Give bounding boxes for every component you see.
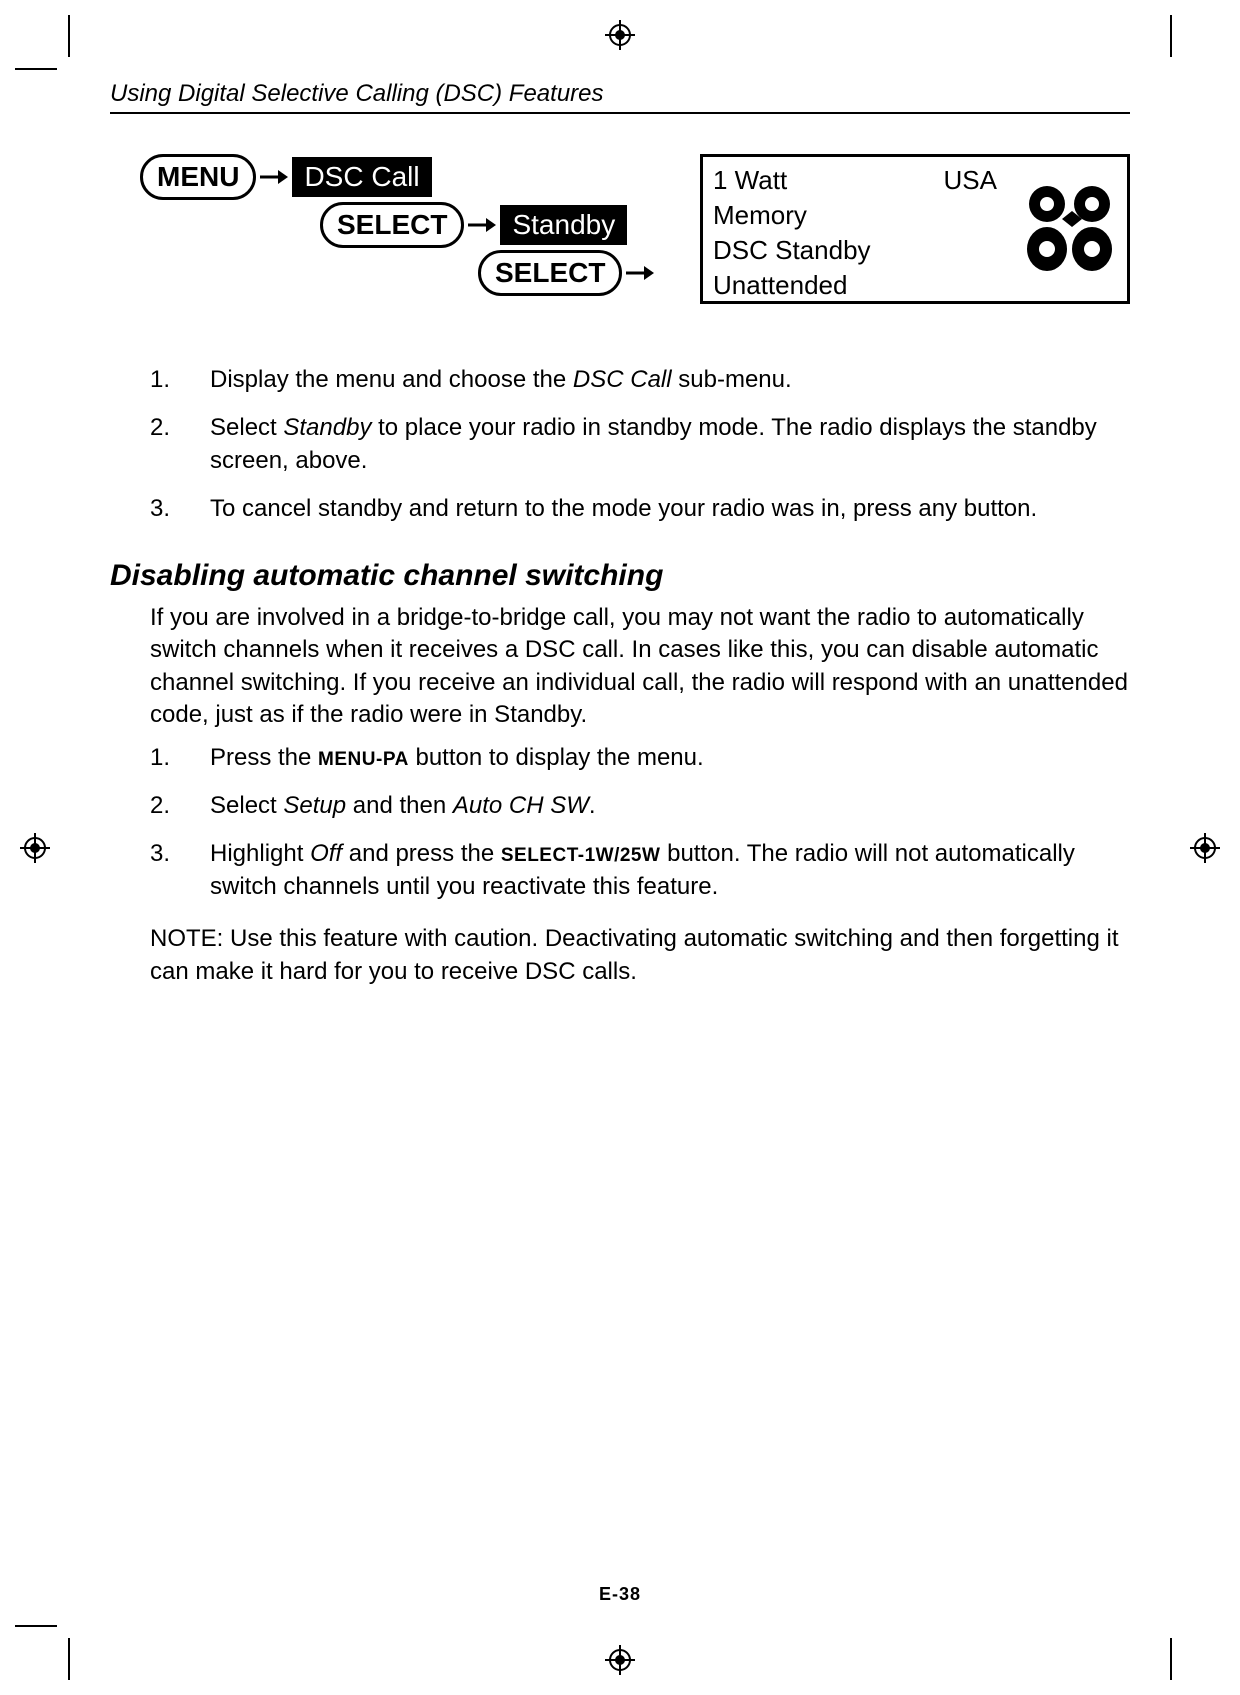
paragraph: If you are involved in a bridge-to-bridg… [150,602,1130,732]
text: Highlight [210,840,310,867]
list-item: 1. Display the menu and choose the DSC C… [150,364,1130,396]
crop-mark [1170,15,1172,57]
text: Select [210,414,283,441]
crop-mark [68,15,70,57]
lcd-unattended: Unattended [713,268,1007,303]
registration-mark-icon [605,1645,635,1675]
menu-name: Setup [283,792,346,819]
lcd-memory: Memory [713,198,1007,233]
step-number: 3. [150,838,210,903]
section-title: Using Digital Selective Calling (DSC) Fe… [110,80,604,107]
crop-mark [15,68,57,70]
list-item: 2. Select Setup and then Auto CH SW. [150,790,1130,822]
lcd-channel-icon [1017,157,1127,301]
page-content: Using Digital Selective Calling (DSC) Fe… [110,80,1130,1615]
registration-mark-icon [20,833,50,863]
step-number: 2. [150,412,210,477]
arrow-right-icon [468,216,496,234]
steps-list-1: 1. Display the menu and choose the DSC C… [150,364,1130,526]
step-number: 1. [150,742,210,774]
arrow-right-icon [626,264,654,282]
text: and press the [342,840,501,867]
menu-flow-diagram: MENU DSC Call SELECT Standby SELECT 1 Wa… [140,154,1130,334]
step-text: Select Standby to place your radio in st… [210,412,1130,477]
menu-name: Standby [283,414,371,441]
lcd-text: 1 Watt USA Memory DSC Standby Unattended [703,157,1017,301]
crop-mark [68,1638,70,1680]
text: Select [210,792,283,819]
lcd-region: USA [944,163,997,198]
crop-mark [15,1625,57,1627]
step-number: 3. [150,493,210,525]
menu-name: Auto CH SW [453,792,589,819]
registration-mark-icon [1190,833,1220,863]
step-text: Display the menu and choose the DSC Call… [210,364,1130,396]
button-name: SELECT-1W/25W [501,845,661,866]
text: To cancel standby and return to the mode… [210,495,1037,522]
text: Display the menu and choose the [210,366,573,393]
section-header: Using Digital Selective Calling (DSC) Fe… [110,80,1130,114]
list-item: 2. Select Standby to place your radio in… [150,412,1130,477]
step-number: 2. [150,790,210,822]
select-button-label: SELECT [320,202,464,248]
lcd-screen: 1 Watt USA Memory DSC Standby Unattended [700,154,1130,304]
button-name: MENU-PA [318,749,409,770]
list-item: 3. To cancel standby and return to the m… [150,493,1130,525]
menu-button-label: MENU [140,154,256,200]
select-button-label: SELECT [478,250,622,296]
lcd-power: 1 Watt [713,163,787,198]
crop-mark [1170,1638,1172,1680]
page-number: E-38 [110,1584,1130,1605]
subsection-heading: Disabling automatic channel switching [110,556,1130,597]
registration-mark-icon [605,20,635,50]
list-item: 3. Highlight Off and press the SELECT-1W… [150,838,1130,903]
text: Press the [210,744,318,771]
arrow-right-icon [260,168,288,186]
step-text: Highlight Off and press the SELECT-1W/25… [210,838,1130,903]
text: and then [346,792,453,819]
step-text: Select Setup and then Auto CH SW. [210,790,1130,822]
dsc-call-option: DSC Call [292,157,431,197]
text: . [589,792,596,819]
menu-name: DSC Call [573,366,672,393]
note-paragraph: NOTE: Use this feature with caution. Dea… [150,923,1130,988]
step-text: Press the MENU-PA button to display the … [210,742,1130,774]
lcd-dsc-standby: DSC Standby [713,233,1007,268]
list-item: 1. Press the MENU-PA button to display t… [150,742,1130,774]
text: button to display the menu. [409,744,704,771]
steps-list-2: 1. Press the MENU-PA button to display t… [150,742,1130,904]
step-number: 1. [150,364,210,396]
standby-option: Standby [500,205,627,245]
text: sub-menu. [672,366,792,393]
menu-name: Off [310,840,342,867]
step-text: To cancel standby and return to the mode… [210,493,1130,525]
